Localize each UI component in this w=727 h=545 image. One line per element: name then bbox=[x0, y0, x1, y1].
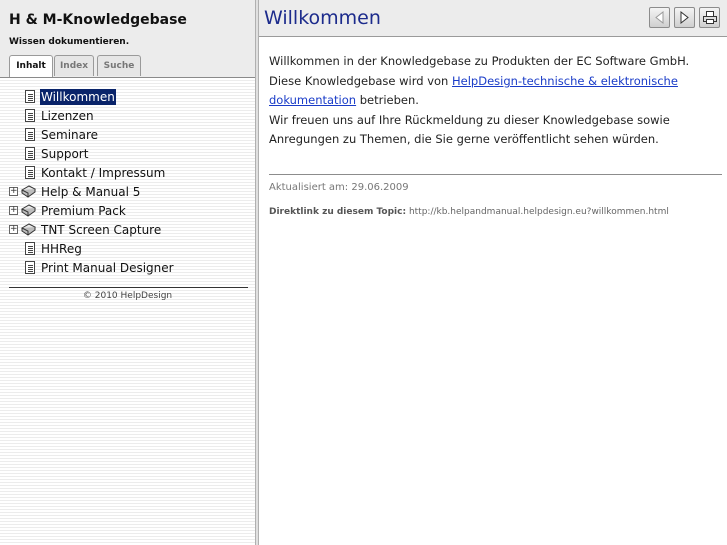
tab-divider bbox=[0, 77, 255, 78]
toc-item-label: Willkommen bbox=[40, 89, 116, 105]
direct-link: Direktlink zu diesem Topic: http://kb.he… bbox=[269, 207, 669, 217]
previous-button[interactable] bbox=[649, 7, 670, 28]
toc-item-label: Seminare bbox=[41, 128, 99, 142]
content-divider bbox=[269, 174, 722, 175]
tab-index[interactable]: Index bbox=[54, 55, 94, 76]
toc-item-label: HHReg bbox=[41, 242, 82, 256]
toc-item-help-manual[interactable]: + Help & Manual 5 bbox=[0, 183, 255, 201]
last-updated: Aktualisiert am: 29.06.2009 bbox=[269, 182, 409, 193]
next-button[interactable] bbox=[674, 7, 695, 28]
toc-item-kontakt[interactable]: Kontakt / Impressum bbox=[0, 164, 255, 182]
toc-item-print-manual-designer[interactable]: Print Manual Designer bbox=[0, 259, 255, 277]
page-icon bbox=[25, 109, 35, 122]
toc-item-support[interactable]: Support bbox=[0, 145, 255, 163]
paragraph-feedback: Wir freuen uns auf Ihre Rückmeldung zu d… bbox=[269, 113, 670, 146]
expand-icon[interactable]: + bbox=[9, 225, 18, 234]
book-icon bbox=[21, 185, 36, 198]
toc-item-hhreg[interactable]: HHReg bbox=[0, 240, 255, 258]
app-subtitle: Wissen dokumentieren. bbox=[9, 37, 130, 47]
next-icon bbox=[680, 11, 689, 24]
book-icon bbox=[21, 223, 36, 236]
tab-inhalt[interactable]: Inhalt bbox=[9, 55, 53, 78]
toc-item-lizenzen[interactable]: Lizenzen bbox=[0, 107, 255, 125]
toc-item-label: Kontakt / Impressum bbox=[41, 166, 166, 180]
copyright-text: © 2010 HelpDesign bbox=[82, 291, 173, 301]
page-icon bbox=[25, 166, 35, 179]
print-icon bbox=[703, 11, 717, 24]
toc-item-willkommen[interactable]: Willkommen bbox=[0, 88, 255, 106]
page-title: Willkommen bbox=[264, 7, 381, 29]
topic-header: Willkommen bbox=[259, 0, 727, 37]
toc-item-tnt-screen-capture[interactable]: + TNT Screen Capture bbox=[0, 221, 255, 239]
expand-icon[interactable]: + bbox=[9, 206, 18, 215]
topic-content: Willkommen in der Knowledgebase zu Produ… bbox=[269, 52, 721, 150]
app-title: H & M-Knowledgebase bbox=[9, 12, 187, 28]
toc-item-label: Support bbox=[41, 147, 89, 161]
toc-item-label: Print Manual Designer bbox=[41, 261, 174, 275]
toc-item-label: TNT Screen Capture bbox=[41, 223, 162, 237]
toc-item-label: Help & Manual 5 bbox=[41, 185, 141, 199]
page-icon bbox=[25, 128, 35, 141]
toc-item-premium-pack[interactable]: + Premium Pack bbox=[0, 202, 255, 220]
paragraph-operator-suffix: betrieben. bbox=[356, 93, 419, 107]
book-icon bbox=[21, 204, 36, 217]
toc-item-label: Premium Pack bbox=[41, 204, 126, 218]
toc-item-seminare[interactable]: Seminare bbox=[0, 126, 255, 144]
tab-suche[interactable]: Suche bbox=[97, 55, 141, 76]
topic-pane: Willkommen Willkommen in der Knowledgeba… bbox=[259, 0, 727, 545]
previous-icon bbox=[655, 11, 664, 24]
paragraph-welcome: Willkommen in der Knowledgebase zu Produ… bbox=[269, 54, 690, 68]
page-icon bbox=[25, 261, 35, 274]
direct-link-label: Direktlink zu diesem Topic: bbox=[269, 207, 407, 217]
toc-divider bbox=[9, 287, 248, 288]
toc-item-label: Lizenzen bbox=[41, 109, 94, 123]
page-icon bbox=[25, 147, 35, 160]
page-icon bbox=[25, 90, 35, 103]
expand-icon[interactable]: + bbox=[9, 187, 18, 196]
paragraph-operator-text: Diese Knowledgebase wird von bbox=[269, 74, 453, 88]
direct-link-url[interactable]: http://kb.helpandmanual.helpdesign.eu?wi… bbox=[409, 207, 669, 217]
paragraph-operator: Diese Knowledgebase wird von HelpDesign-… bbox=[269, 72, 721, 110]
navigation-pane: H & M-Knowledgebase Wissen dokumentieren… bbox=[0, 0, 255, 545]
navigation-header: H & M-Knowledgebase Wissen dokumentieren… bbox=[0, 0, 255, 78]
print-button[interactable] bbox=[699, 7, 720, 28]
page-icon bbox=[25, 242, 35, 255]
